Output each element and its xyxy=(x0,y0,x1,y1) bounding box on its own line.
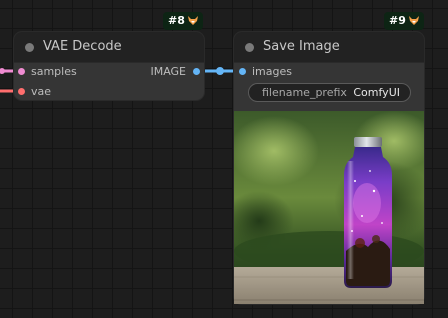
fox-icon xyxy=(187,16,198,25)
image-output-label: IMAGE xyxy=(150,65,186,78)
image-preview[interactable] xyxy=(234,111,424,304)
filename-prefix-value[interactable]: ComfyUI xyxy=(353,86,400,99)
node-9-badge: #9 xyxy=(384,12,424,30)
images-input-label: images xyxy=(252,65,292,78)
node-8-id: #8 xyxy=(168,14,185,27)
vae-input-slot[interactable] xyxy=(18,88,25,95)
image-output-slot[interactable] xyxy=(193,68,200,75)
fox-icon xyxy=(408,16,419,25)
graph-canvas[interactable]: #8 VAE Decode samples vae IMAGE #9 Save … xyxy=(0,0,448,318)
vae-input-label: vae xyxy=(31,85,52,98)
node-9-id: #9 xyxy=(389,14,406,27)
filename-prefix-widget[interactable]: filename_prefix ComfyUI xyxy=(248,83,411,102)
vae-decode-header[interactable]: VAE Decode xyxy=(14,32,204,63)
samples-input-slot[interactable] xyxy=(18,68,25,75)
samples-input-label: samples xyxy=(31,65,77,78)
node-8-badge: #8 xyxy=(163,12,203,30)
collapse-dot-icon[interactable] xyxy=(25,43,34,52)
filename-prefix-label: filename_prefix xyxy=(262,86,347,99)
node-title: VAE Decode xyxy=(43,39,122,54)
node-title: Save Image xyxy=(263,39,340,54)
vae-decode-node[interactable]: VAE Decode samples vae IMAGE xyxy=(14,32,204,100)
galaxy-bottle-photo xyxy=(234,111,424,304)
save-image-header[interactable]: Save Image xyxy=(234,32,424,63)
samples-wire-end xyxy=(0,68,5,74)
collapse-dot-icon[interactable] xyxy=(245,43,254,52)
images-input-slot[interactable] xyxy=(239,68,246,75)
image-wire-midpoint xyxy=(216,67,224,75)
